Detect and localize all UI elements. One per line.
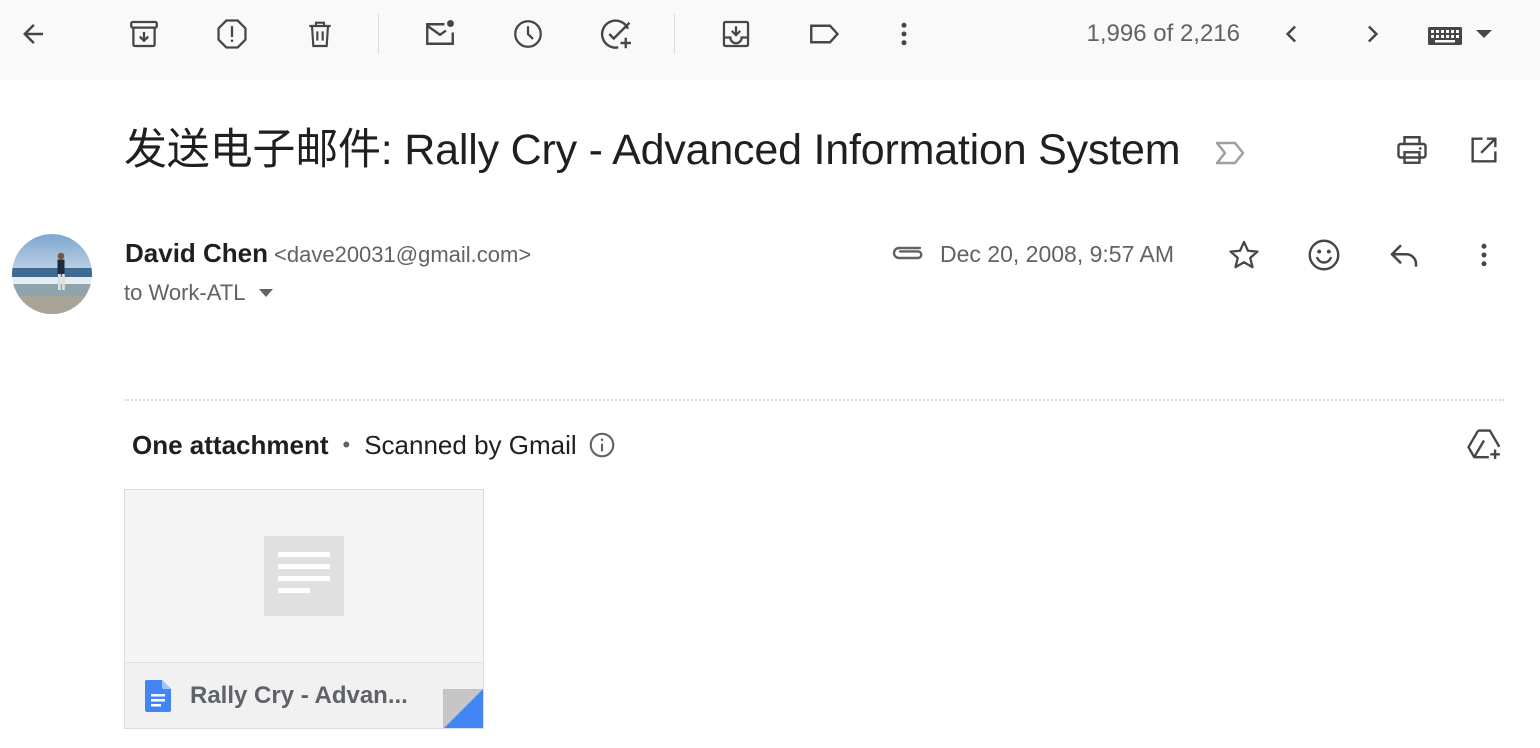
sender-line: David Chen <dave20031@gmail.com> xyxy=(125,236,531,275)
scanned-by-gmail-label: Scanned by Gmail xyxy=(364,430,577,460)
open-in-new-icon xyxy=(1471,137,1497,163)
attachment-paperclip-icon xyxy=(892,246,923,260)
more-vert-icon xyxy=(1481,243,1487,267)
attachment-card[interactable]: Rally Cry - Advan... xyxy=(124,489,484,729)
chevron-right-icon xyxy=(1367,25,1379,43)
toolbar-divider xyxy=(674,14,675,54)
labels-button[interactable] xyxy=(800,10,848,58)
keyboard-icon xyxy=(1428,27,1492,45)
document-thumbnail-icon xyxy=(264,536,344,616)
mark-unread-button[interactable] xyxy=(416,10,464,58)
trash-icon xyxy=(309,21,331,48)
star-icon xyxy=(1229,240,1259,269)
input-tools-button[interactable] xyxy=(1424,20,1500,50)
toolbar-divider xyxy=(378,14,379,54)
reply-icon xyxy=(1390,244,1418,267)
attachment-preview xyxy=(125,490,483,662)
add-reaction-button[interactable] xyxy=(1300,231,1348,279)
older-button[interactable] xyxy=(1348,10,1396,58)
chevron-left-icon xyxy=(1285,25,1297,43)
attachment-divider xyxy=(124,399,1504,401)
reply-button[interactable] xyxy=(1380,231,1428,279)
add-to-tasks-button[interactable] xyxy=(592,10,640,58)
print-all-button[interactable] xyxy=(1388,126,1436,174)
label-icon xyxy=(810,24,840,44)
move-to-button[interactable] xyxy=(712,10,760,58)
delete-button[interactable] xyxy=(296,10,344,58)
star-button[interactable] xyxy=(1220,231,1268,279)
sender-email: <dave20031@gmail.com> xyxy=(274,242,532,267)
attachment-footer: Rally Cry - Advan... xyxy=(125,662,483,728)
add-to-drive-icon xyxy=(1467,429,1501,460)
more-button[interactable] xyxy=(880,10,928,58)
recipients-text: to Work-ATL xyxy=(124,280,246,305)
add-task-icon xyxy=(600,19,631,49)
more-vert-icon xyxy=(901,22,907,46)
open-new-window-button[interactable] xyxy=(1460,126,1508,174)
info-icon[interactable] xyxy=(587,430,617,460)
newer-button[interactable] xyxy=(1268,10,1316,58)
message-more-button[interactable] xyxy=(1460,231,1508,279)
attachment-filename: Rally Cry - Advan... xyxy=(190,682,408,709)
mark-unread-icon xyxy=(426,20,454,45)
back-button[interactable] xyxy=(9,10,57,58)
page-fold-corner xyxy=(405,689,483,728)
email-subject: 发送电子邮件: Rally Cry - Advanced Information… xyxy=(124,122,1248,178)
snooze-button[interactable] xyxy=(504,10,552,58)
caret-down-icon xyxy=(259,289,274,297)
importance-marker-icon[interactable] xyxy=(1212,138,1248,168)
print-icon xyxy=(1397,136,1427,164)
email-subject-text: 发送电子邮件: Rally Cry - Advanced Information… xyxy=(124,126,1181,174)
report-spam-icon xyxy=(217,19,247,49)
archive-button[interactable] xyxy=(120,10,168,58)
report-spam-button[interactable] xyxy=(208,10,256,58)
email-date: Dec 20, 2008, 9:57 AM xyxy=(940,241,1174,267)
message-counter: 1,996 of 2,216 xyxy=(1086,20,1240,47)
recipients-details-toggle[interactable]: to Work-ATL xyxy=(124,278,275,308)
attachment-count: One attachment xyxy=(132,430,329,460)
sender-name[interactable]: David Chen xyxy=(125,238,268,268)
sender-avatar[interactable] xyxy=(12,234,92,314)
add-all-to-drive-button[interactable] xyxy=(1460,420,1508,468)
attachments-header: One attachment • Scanned by Gmail xyxy=(132,428,617,462)
separator-dot: • xyxy=(342,432,351,457)
google-docs-icon xyxy=(145,680,171,712)
arrow-left-icon xyxy=(23,24,43,44)
avatar-photo xyxy=(12,234,92,314)
clock-icon xyxy=(514,20,542,48)
emoji-icon xyxy=(1308,239,1340,271)
toolbar: 1,996 of 2,216 xyxy=(0,0,1540,80)
move-to-inbox-icon xyxy=(722,20,750,48)
archive-icon xyxy=(130,20,158,48)
